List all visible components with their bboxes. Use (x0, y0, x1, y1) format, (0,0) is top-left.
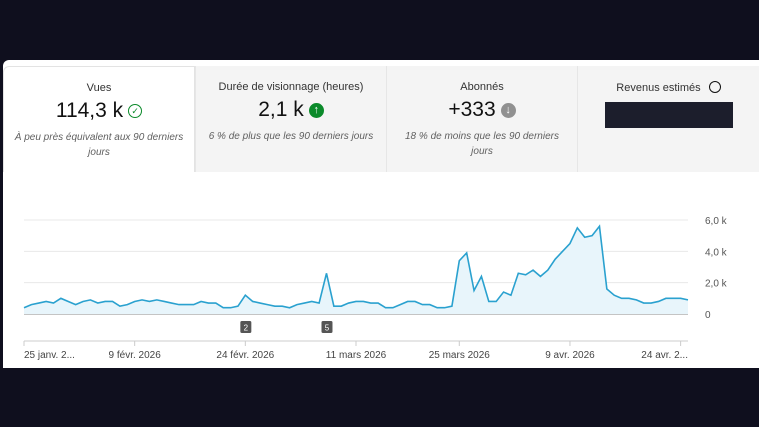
y-tick-label: 2,0 k (705, 279, 728, 290)
x-tick-label: 25 janv. 2... (24, 350, 75, 361)
x-tick-label: 9 févr. 2026 (109, 350, 162, 361)
x-tick-label: 11 mars 2026 (326, 350, 387, 361)
annotation-label: 5 (325, 324, 330, 333)
y-tick-label: 0 (705, 310, 711, 321)
x-tick-label: 24 févr. 2026 (216, 350, 274, 361)
y-tick-label: 4,0 k (705, 247, 728, 258)
x-tick-label: 25 mars 2026 (429, 350, 491, 361)
y-tick-label: 6,0 k (705, 216, 728, 227)
annotation-label: 2 (244, 324, 249, 333)
x-tick-label: 9 avr. 2026 (545, 350, 595, 361)
views-chart: 0 2,0 k 4,0 k 6,0 k 2 5 25 janv. 2... 9 févr. 2… (23, 216, 728, 361)
x-tick-label: 24 avr. 2... (641, 350, 688, 361)
